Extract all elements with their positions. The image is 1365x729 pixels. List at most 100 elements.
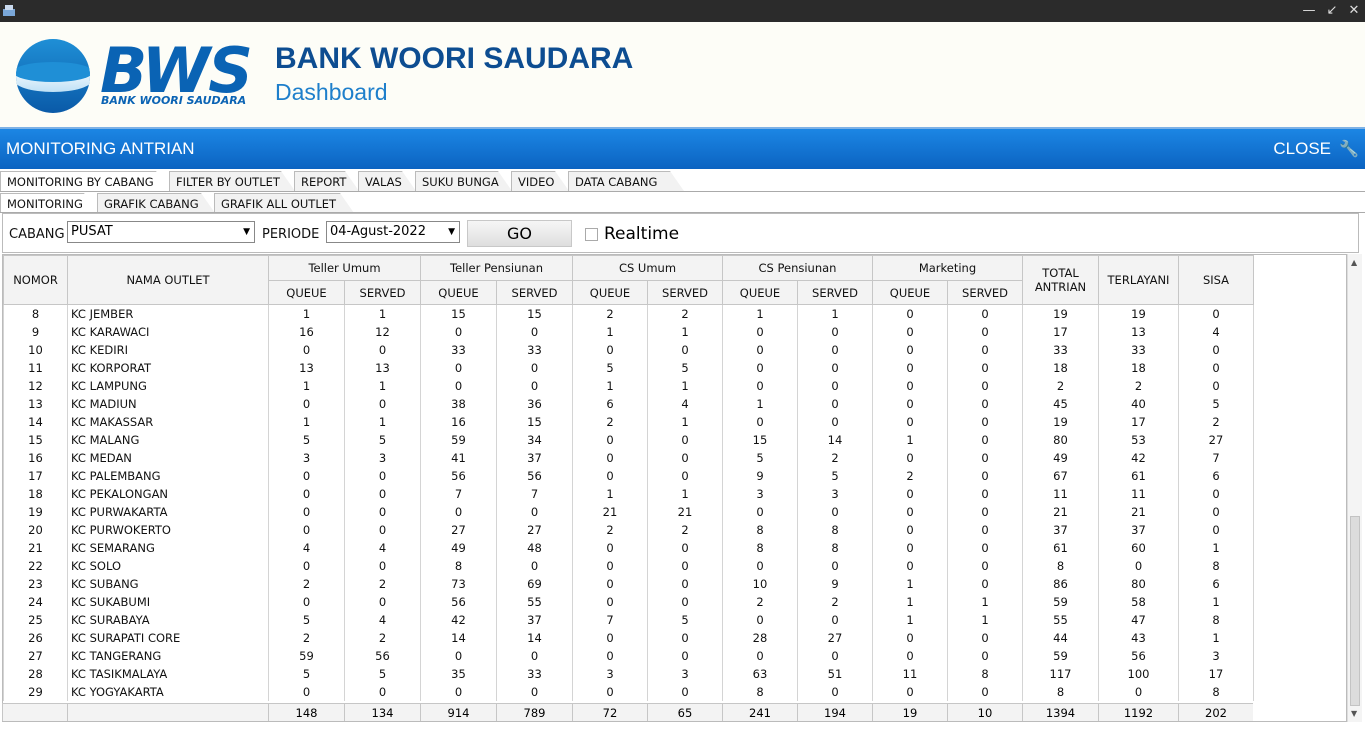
cell-value: 55 [496, 593, 573, 611]
table-row[interactable]: 20 KC PURWOKERTO 0 0 27 27 2 2 8 8 0 0 37 37 0 [3, 521, 1254, 539]
cell-value: 0 [1178, 377, 1254, 395]
row-number: 13 [3, 395, 68, 413]
tab-data-cabang[interactable]: DATA CABANG [568, 171, 684, 191]
table-row[interactable]: 9 KC KARAWACI 16 12 0 0 1 1 0 0 0 0 17 13 4 [3, 323, 1254, 341]
tab-grafik-all-outlet[interactable]: GRAFIK ALL OUTLET [214, 193, 354, 213]
restore-icon[interactable]: ↙ [1322, 1, 1342, 21]
tab-video[interactable]: VIDEO [511, 171, 569, 191]
cell-value: 0 [1098, 683, 1179, 701]
tab-report[interactable]: REPORT [294, 171, 359, 191]
cell-value: 0 [572, 341, 648, 359]
served-header[interactable]: SERVED [797, 280, 873, 305]
served-header[interactable]: SERVED [344, 280, 421, 305]
cell-value: 5 [344, 665, 421, 683]
table-row[interactable]: 22 KC SOLO 0 0 8 0 0 0 0 0 0 0 8 0 8 [3, 557, 1254, 575]
cell-value: 17 [1022, 323, 1099, 341]
cell-value: 53 [1098, 431, 1179, 449]
cell-value: 33 [496, 341, 573, 359]
table-row[interactable]: 14 KC MAKASSAR 1 1 16 15 2 1 0 0 0 0 19 17 2 [3, 413, 1254, 431]
table-row[interactable]: 27 KC TANGERANG 59 56 0 0 0 0 0 0 0 0 59 56 3 [3, 647, 1254, 665]
cell-value: 0 [797, 557, 873, 575]
cell-value: 37 [496, 449, 573, 467]
cell-value: 0 [872, 557, 948, 575]
tab-suku-bunga[interactable]: SUKU BUNGA [415, 171, 512, 191]
cell-value: 15 [496, 413, 573, 431]
cell-value: 61 [1098, 467, 1179, 485]
table-row[interactable]: 29 KC YOGYAKARTA 0 0 0 0 0 0 8 0 0 0 8 0 8 [3, 683, 1254, 701]
table-row[interactable]: 18 KC PEKALONGAN 0 0 7 7 1 1 3 3 0 0 11 11 0 [3, 485, 1254, 503]
table-row[interactable]: 10 KC KEDIRI 0 0 33 33 0 0 0 0 0 0 33 33 0 [3, 341, 1254, 359]
total-cell: 148 [268, 703, 344, 721]
table-row[interactable]: 8 KC JEMBER 1 1 15 15 2 2 1 1 0 0 19 19 0 [3, 304, 1254, 323]
go-button[interactable]: GO [467, 220, 572, 247]
tab-valas[interactable]: VALAS [358, 171, 416, 191]
table-row[interactable]: 11 KC KORPORAT 13 13 0 0 5 5 0 0 0 0 18 18 0 [3, 359, 1254, 377]
col-total-antrian-header[interactable]: TOTAL ANTRIAN [1022, 255, 1099, 305]
table-row[interactable]: 13 KC MADIUN 0 0 38 36 6 4 1 0 0 0 45 40 5 [3, 395, 1254, 413]
row-number: 25 [3, 611, 68, 629]
tab-filter-by-outlet[interactable]: FILTER BY OUTLET [169, 171, 295, 191]
served-header[interactable]: SERVED [647, 280, 723, 305]
outlet-name: KC TANGERANG [67, 647, 269, 665]
total-cell [2, 703, 67, 721]
row-number: 26 [3, 629, 68, 647]
tab-monitoring-by-cabang[interactable]: MONITORING BY CABANG [0, 171, 170, 191]
col-sisa-header[interactable]: SISA [1178, 255, 1254, 305]
close-button[interactable]: CLOSE [1273, 139, 1331, 159]
cell-value: 1 [872, 575, 948, 593]
cell-value: 0 [797, 395, 873, 413]
cell-value: 0 [947, 359, 1023, 377]
table-row[interactable]: 26 KC SURAPATI CORE 2 2 14 14 0 0 28 27 0 0 44 43 1 [3, 629, 1254, 647]
cell-value: 4 [344, 539, 421, 557]
scroll-down-icon[interactable]: ▼ [1351, 709, 1357, 718]
cell-value: 0 [947, 304, 1023, 323]
periode-date-picker[interactable]: 04-Agust-2022 ▼ [326, 221, 460, 243]
cell-value: 15 [496, 304, 573, 323]
queue-header[interactable]: QUEUE [572, 280, 648, 305]
queue-header[interactable]: QUEUE [872, 280, 948, 305]
realtime-checkbox[interactable] [585, 228, 598, 241]
cell-value: 12 [344, 323, 421, 341]
table-row[interactable]: 21 KC SEMARANG 4 4 49 48 0 0 8 8 0 0 61 60 1 [3, 539, 1254, 557]
table-row[interactable]: 25 KC SURABAYA 5 4 42 37 7 5 0 0 1 1 55 47 8 [3, 611, 1254, 629]
filter-bar: CABANG PUSAT ▼ PERIODE 04-Agust-2022 ▼ G… [2, 213, 1359, 253]
minimize-icon[interactable]: — [1299, 1, 1319, 21]
table-row[interactable]: 28 KC TASIKMALAYA 5 5 35 33 3 3 63 51 11 8 117 100 17 [3, 665, 1254, 683]
cell-value: 0 [344, 557, 421, 575]
served-header[interactable]: SERVED [496, 280, 573, 305]
tab-monitoring[interactable]: MONITORING [0, 193, 98, 213]
table-row[interactable]: 23 KC SUBANG 2 2 73 69 0 0 10 9 1 0 86 80 6 [3, 575, 1254, 593]
table-row[interactable]: 12 KC LAMPUNG 1 1 0 0 1 1 0 0 0 0 2 2 0 [3, 377, 1254, 395]
cell-value: 0 [647, 539, 723, 557]
table-row[interactable]: 15 KC MALANG 5 5 59 34 0 0 15 14 1 0 80 53 27 [3, 431, 1254, 449]
table-row[interactable]: 17 KC PALEMBANG 0 0 56 56 0 0 9 5 2 0 67 61 6 [3, 467, 1254, 485]
scroll-up-icon[interactable]: ▲ [1351, 258, 1357, 267]
cell-value: 51 [797, 665, 873, 683]
queue-header[interactable]: QUEUE [420, 280, 497, 305]
cell-value: 0 [344, 521, 421, 539]
queue-header[interactable]: QUEUE [722, 280, 798, 305]
served-header[interactable]: SERVED [947, 280, 1023, 305]
queue-header[interactable]: QUEUE [268, 280, 345, 305]
cell-value: 3 [344, 449, 421, 467]
col-nama-outlet-header[interactable]: NAMA OUTLET [67, 255, 269, 305]
cell-value: 5 [572, 359, 648, 377]
cell-value: 14 [496, 629, 573, 647]
table-row[interactable]: 19 KC PURWAKARTA 0 0 0 0 21 21 0 0 0 0 21 21 0 [3, 503, 1254, 521]
table-row[interactable]: 16 KC MEDAN 3 3 41 37 0 0 5 2 0 0 49 42 7 [3, 449, 1254, 467]
cell-value: 0 [797, 377, 873, 395]
col-nomor-header[interactable]: NOMOR [3, 255, 68, 305]
tab-grafik-cabang[interactable]: GRAFIK CABANG [97, 193, 215, 213]
scroll-thumb[interactable] [1350, 516, 1360, 706]
cell-value: 0 [722, 341, 798, 359]
vertical-scrollbar[interactable]: ▲ ▼ [1347, 254, 1362, 722]
cell-value: 0 [647, 341, 723, 359]
table-row[interactable]: 24 KC SUKABUMI 0 0 56 55 0 0 2 2 1 1 59 58 1 [3, 593, 1254, 611]
wrench-icon[interactable]: 🔧 [1339, 139, 1359, 158]
close-window-icon[interactable]: ✕ [1344, 1, 1364, 21]
window-titlebar: — ↙ ✕ [0, 0, 1365, 22]
cell-value: 0 [1178, 341, 1254, 359]
col-terlayani-header[interactable]: TERLAYANI [1098, 255, 1179, 305]
cabang-select[interactable]: PUSAT ▼ [67, 221, 255, 243]
outlet-name: KC SOLO [67, 557, 269, 575]
